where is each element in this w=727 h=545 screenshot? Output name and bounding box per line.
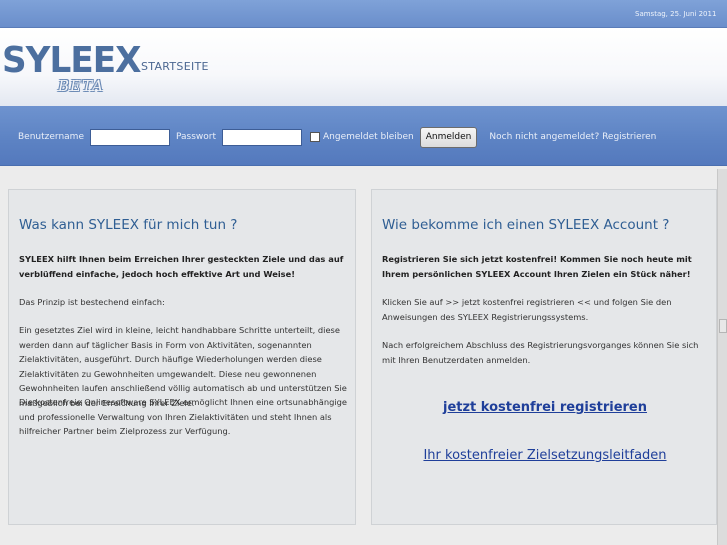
- remember-checkbox[interactable]: [310, 132, 320, 142]
- register-link[interactable]: Noch nicht angemeldet? Registrieren: [489, 132, 656, 142]
- left-panel-title: Was kann SYLEEX für mich tun ?: [19, 217, 238, 233]
- syleex-logo[interactable]: SYLEEX: [2, 40, 142, 81]
- login-form: Benutzername Passwort Angemeldet bleiben…: [18, 126, 656, 148]
- info-panel-right: Wie bekomme ich einen SYLEEX Account ? R…: [371, 189, 717, 525]
- username-input[interactable]: [89, 128, 170, 146]
- guide-link[interactable]: Ihr kostenfreier Zielsetzungsleitfaden: [372, 448, 718, 463]
- password-label: Passwort: [175, 132, 216, 142]
- login-button[interactable]: Anmelden: [419, 126, 478, 148]
- remember-label: Angemeldet bleiben: [323, 132, 414, 142]
- top-bar: Samstag, 25. Juni 2011: [0, 0, 727, 28]
- beta-label: BETA: [58, 77, 104, 95]
- left-paragraph-2: Das Prinzip ist bestechend einfach:: [19, 297, 165, 307]
- right-paragraph-3: Nach erfolgreichem Abschluss des Registr…: [382, 340, 699, 365]
- right-intro-text: Registrieren Sie sich jetzt kostenfrei! …: [382, 254, 692, 279]
- left-intro-text: SYLEEX hilft Ihnen beim Erreichen Ihrer …: [19, 254, 344, 279]
- username-label: Benutzername: [18, 132, 84, 142]
- date-display: Samstag, 25. Juni 2011: [635, 10, 717, 18]
- info-panel-left: Was kann SYLEEX für mich tun ? SYLEEX hi…: [8, 189, 356, 525]
- login-bar: Benutzername Passwort Angemeldet bleiben…: [0, 106, 727, 166]
- left-paragraph-4: Die kostenfreie Onlinesoftware SYLEEX er…: [19, 397, 348, 436]
- site-header: SYLEEX BETA STARTSEITE: [0, 28, 727, 106]
- password-input[interactable]: [222, 128, 302, 146]
- right-paragraph-2: Klicken Sie auf >> jetzt kostenfrei regi…: [382, 297, 672, 322]
- right-panel-title: Wie bekomme ich einen SYLEEX Account ?: [382, 217, 670, 233]
- scrollbar-thumb[interactable]: [719, 319, 727, 333]
- scrollbar[interactable]: [717, 169, 727, 545]
- register-free-link[interactable]: jetzt kostenfrei registrieren: [372, 400, 718, 415]
- nav-startseite[interactable]: STARTSEITE: [141, 60, 209, 73]
